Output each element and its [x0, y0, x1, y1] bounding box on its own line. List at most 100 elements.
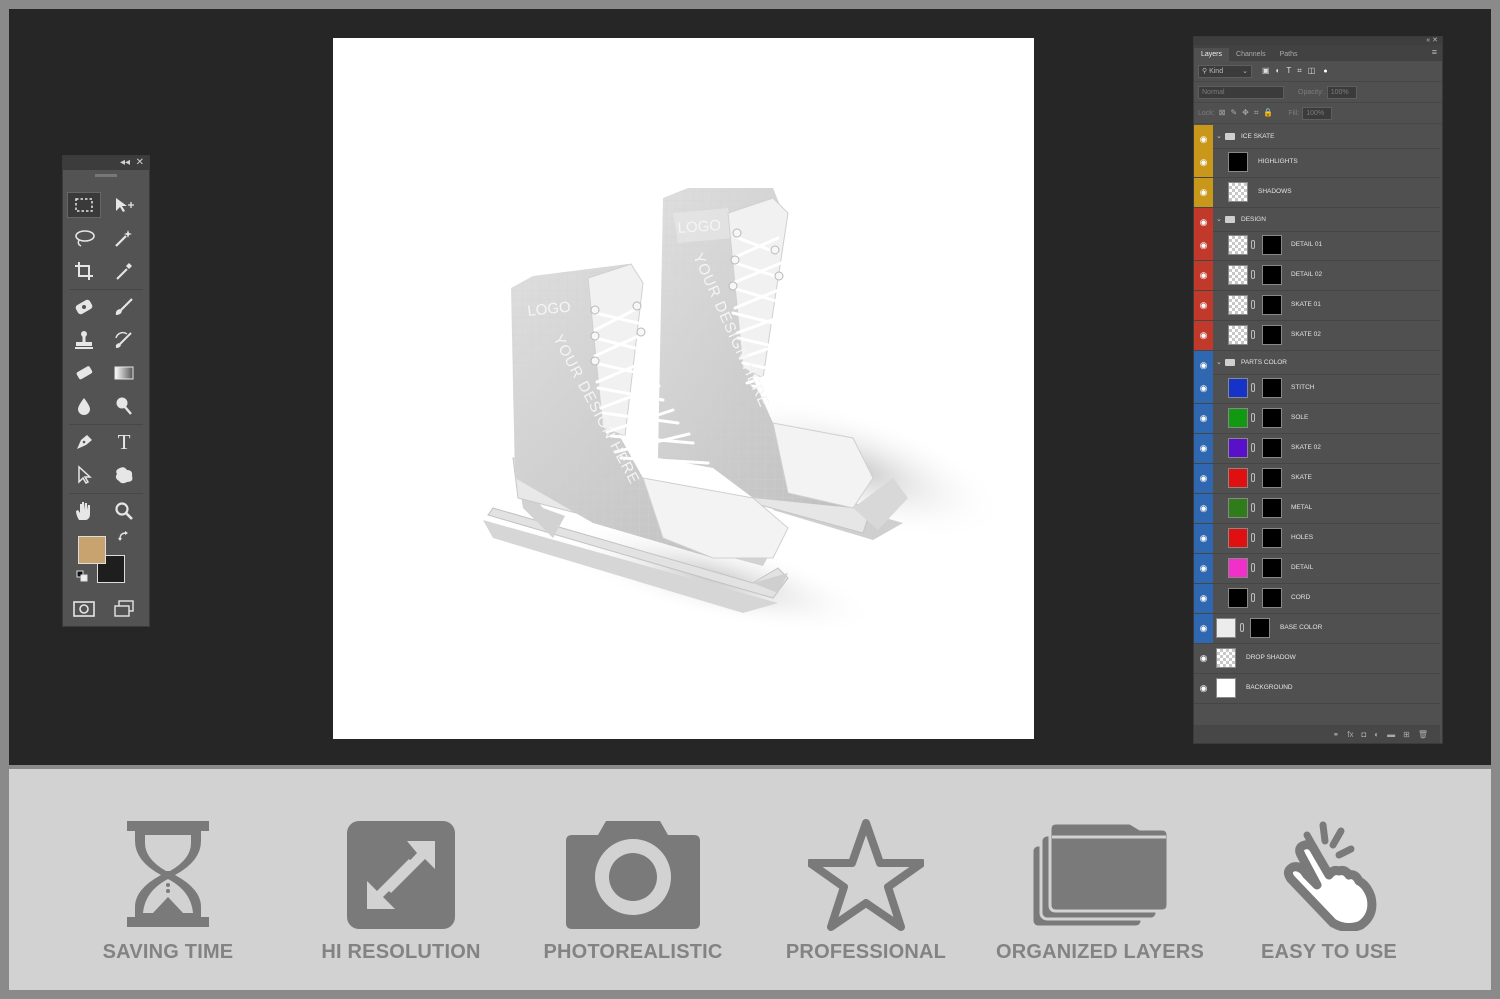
layer-row[interactable]: ◉ BASE COLOR	[1194, 614, 1440, 644]
layer-row[interactable]: ◉ HOLES	[1194, 524, 1440, 554]
eye-icon[interactable]: ◉	[1197, 330, 1210, 340]
zoom-tool[interactable]	[107, 498, 141, 524]
chevron-down-icon[interactable]: ⌄	[1216, 132, 1222, 140]
magic-wand-tool[interactable]	[107, 225, 141, 251]
link-icon[interactable]	[1251, 330, 1255, 339]
layer-row[interactable]: ◉ SKATE 02	[1194, 434, 1440, 464]
brush-tool[interactable]	[107, 294, 141, 320]
chevron-down-icon[interactable]: ⌄	[1216, 358, 1222, 366]
link-icon[interactable]	[1251, 473, 1255, 482]
mask-icon[interactable]: ◘	[1361, 730, 1366, 739]
foreground-color-swatch[interactable]	[78, 536, 106, 564]
link-icon[interactable]	[1251, 443, 1255, 452]
eye-icon[interactable]: ◉	[1197, 623, 1210, 633]
chevron-down-icon[interactable]: ⌄	[1216, 215, 1222, 223]
fill-input[interactable]: 100%	[1302, 106, 1333, 120]
new-layer-icon[interactable]: ⊞	[1403, 730, 1410, 739]
eye-icon[interactable]: ◉	[1197, 240, 1210, 250]
link-icon[interactable]	[1251, 270, 1255, 279]
eye-icon[interactable]: ◉	[1197, 187, 1210, 197]
layer-row[interactable]: ◉ SKATE	[1194, 464, 1440, 494]
eye-icon[interactable]: ◉	[1197, 300, 1210, 310]
layer-row[interactable]: ◉ SHADOWS	[1194, 178, 1440, 208]
layer-group-row[interactable]: ◉ ⌄ DESIGN	[1194, 208, 1440, 232]
layer-row[interactable]: ◉ DETAIL 01	[1194, 231, 1440, 261]
link-icon[interactable]	[1251, 533, 1255, 542]
path-selection-tool[interactable]	[67, 462, 101, 488]
lock-icons[interactable]: ⊠✎✥⌗🔒	[1219, 108, 1279, 118]
eye-icon[interactable]: ◉	[1197, 503, 1210, 513]
link-icon[interactable]	[1251, 563, 1255, 572]
eye-icon[interactable]: ◉	[1197, 533, 1210, 543]
link-icon[interactable]	[1251, 413, 1255, 422]
layer-group-row[interactable]: ◉ ⌄ PARTS COLOR	[1194, 351, 1440, 375]
link-icon[interactable]: ⚭	[1333, 730, 1340, 739]
gradient-tool[interactable]	[107, 360, 141, 386]
layer-row[interactable]: ◉ SKATE 01	[1194, 291, 1440, 321]
eye-icon[interactable]: ◉	[1197, 413, 1210, 423]
eye-icon[interactable]: ◉	[1197, 593, 1210, 603]
fx-icon[interactable]: fx	[1347, 730, 1353, 739]
eraser-tool[interactable]	[67, 360, 101, 386]
layer-row[interactable]: ◉ BACKGROUND	[1194, 674, 1440, 704]
dodge-tool[interactable]	[107, 393, 141, 419]
blend-mode-select[interactable]: Normal	[1198, 85, 1284, 99]
eye-icon[interactable]: ◉	[1197, 563, 1210, 573]
layer-row[interactable]: ◉ METAL	[1194, 494, 1440, 524]
swap-colors-icon[interactable]	[117, 530, 131, 544]
eye-icon[interactable]: ◉	[1197, 270, 1210, 280]
folder-icon[interactable]: ▬	[1387, 730, 1395, 739]
healing-brush-tool[interactable]	[67, 294, 101, 320]
quick-mask-button[interactable]	[67, 596, 101, 622]
eye-icon[interactable]: ◉	[1197, 157, 1210, 167]
move-tool[interactable]	[107, 192, 141, 218]
link-icon[interactable]	[1251, 593, 1255, 602]
trash-icon[interactable]: 🗑	[1418, 730, 1428, 739]
toolbox-grip[interactable]	[95, 174, 117, 177]
layer-row[interactable]: ◉ SKATE 02	[1194, 321, 1440, 351]
adjustment-icon[interactable]: ◐	[1374, 730, 1379, 739]
layer-row[interactable]: ◉ HIGHLIGHTS	[1194, 148, 1440, 178]
screen-mode-button[interactable]	[107, 596, 141, 622]
layer-row[interactable]: ◉ STITCH	[1194, 374, 1440, 404]
history-brush-tool[interactable]	[107, 327, 141, 353]
eye-icon[interactable]: ◉	[1197, 473, 1210, 483]
layer-row[interactable]: ◉ DETAIL	[1194, 554, 1440, 584]
eye-icon[interactable]: ◉	[1197, 383, 1210, 393]
eye-icon[interactable]: ◉	[1197, 653, 1210, 663]
link-icon[interactable]	[1251, 300, 1255, 309]
default-colors-icon[interactable]	[76, 569, 88, 582]
layer-row[interactable]: ◉ DROP SHADOW	[1194, 644, 1440, 674]
clone-stamp-tool[interactable]	[67, 327, 101, 353]
eye-icon[interactable]: ◉	[1197, 443, 1210, 453]
pen-tool[interactable]	[67, 429, 101, 455]
panel-window-controls[interactable]: « ✕	[1194, 37, 1442, 45]
document-canvas[interactable]: LOGO LOGO YOUR DESIGN HERE YOUR DESIGN H…	[333, 38, 1034, 739]
rectangular-marquee-tool[interactable]	[67, 192, 101, 218]
custom-shape-tool[interactable]	[107, 462, 141, 488]
filter-kind-select[interactable]: ⚲ Kind ⌄	[1198, 64, 1252, 78]
eye-icon[interactable]: ◉	[1197, 134, 1210, 144]
panel-menu-icon[interactable]: ≡	[1427, 47, 1442, 61]
filter-toggle-icon[interactable]: ●	[1323, 68, 1327, 75]
link-icon[interactable]	[1251, 240, 1255, 249]
tab-channels[interactable]: Channels	[1229, 48, 1273, 61]
lasso-tool[interactable]	[67, 225, 101, 251]
layer-group-row[interactable]: ◉ ⌄ ICE SKATE	[1194, 125, 1440, 149]
link-icon[interactable]	[1251, 503, 1255, 512]
blur-tool[interactable]	[67, 393, 101, 419]
eye-icon[interactable]: ◉	[1197, 217, 1210, 227]
opacity-input[interactable]: 100%	[1326, 85, 1357, 99]
tab-layers[interactable]: Layers	[1194, 48, 1230, 61]
eye-icon[interactable]: ◉	[1197, 360, 1210, 370]
link-icon[interactable]	[1240, 623, 1244, 632]
hand-tool[interactable]	[67, 498, 101, 524]
eyedropper-tool[interactable]	[107, 258, 141, 284]
type-tool[interactable]: T	[107, 429, 141, 455]
layer-row[interactable]: ◉ DETAIL 02	[1194, 261, 1440, 291]
tab-paths[interactable]: Paths	[1273, 48, 1305, 61]
link-icon[interactable]	[1251, 383, 1255, 392]
layer-row[interactable]: ◉ CORD	[1194, 584, 1440, 614]
crop-tool[interactable]	[67, 258, 101, 284]
close-icon[interactable]: ✕	[136, 157, 144, 168]
